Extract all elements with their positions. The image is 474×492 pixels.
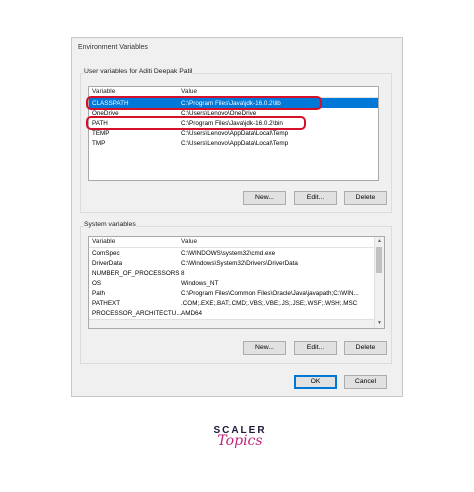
user-var-row-path[interactable]: PATH C:\Program Files\Java\jdk-16.0.2\bi… <box>89 118 378 128</box>
variable-name: CLASSPATH <box>92 99 129 107</box>
system-var-row[interactable]: PATHEXT .COM;.EXE;.BAT;.CMD;.VBS;.VBE;.J… <box>89 298 377 308</box>
variable-name: TMP <box>92 139 106 147</box>
system-delete-button[interactable]: Delete <box>344 341 387 355</box>
system-var-row[interactable]: OS Windows_NT <box>89 278 377 288</box>
ok-button[interactable]: OK <box>294 375 337 389</box>
scroll-up-icon[interactable]: ▲ <box>375 237 384 246</box>
scroll-down-icon[interactable]: ▼ <box>375 319 384 328</box>
variable-value: C:\Users\Lenovo\OneDrive <box>181 109 257 117</box>
variable-name: NUMBER_OF_PROCESSORS <box>92 269 180 277</box>
variable-value: C:\Program Files\Common Files\Oracle\Jav… <box>181 289 359 297</box>
user-var-row-tmp[interactable]: TMP C:\Users\Lenovo\AppData\Local\Temp <box>89 138 378 148</box>
system-var-row[interactable]: ComSpec C:\WINDOWS\system32\cmd.exe <box>89 248 377 258</box>
variable-value: 8 <box>181 269 185 277</box>
variable-name: TEMP <box>92 129 110 137</box>
system-variables-label: System variables <box>84 221 136 228</box>
user-variables-list[interactable]: Variable Value CLASSPATH C:\Program File… <box>88 86 379 181</box>
system-variables-header: Variable Value <box>89 237 377 248</box>
variable-name: OS <box>92 279 102 287</box>
column-value[interactable]: Value <box>181 238 197 245</box>
variable-name: Path <box>92 289 105 297</box>
user-variables-label: User variables for Aditi Deepak Patil <box>84 68 193 75</box>
system-var-row[interactable]: Path C:\Program Files\Common Files\Oracl… <box>89 288 377 298</box>
system-var-row[interactable]: PROCESSOR_ARCHITECTU... AMD64 <box>89 308 377 318</box>
system-var-row[interactable]: NUMBER_OF_PROCESSORS 8 <box>89 268 377 278</box>
system-edit-button[interactable]: Edit... <box>294 341 337 355</box>
user-var-row-onedrive[interactable]: OneDrive C:\Users\Lenovo\OneDrive <box>89 108 378 118</box>
variable-value: C:\Program Files\Java\jdk-16.0.2\bin <box>181 119 283 127</box>
variable-name: PATHEXT <box>92 299 121 307</box>
system-variables-list[interactable]: Variable Value ComSpec C:\WINDOWS\system… <box>88 236 385 329</box>
user-var-row-temp[interactable]: TEMP C:\Users\Lenovo\AppData\Local\Temp <box>89 128 378 138</box>
logo-topics-text: Topics <box>217 433 263 449</box>
column-variable[interactable]: Variable <box>92 88 115 95</box>
variable-value: AMD64 <box>181 309 202 317</box>
variable-value: C:\WINDOWS\system32\cmd.exe <box>181 249 276 257</box>
variable-value: C:\Users\Lenovo\AppData\Local\Temp <box>181 139 289 147</box>
scaler-topics-logo: SCALER Topics <box>210 425 270 449</box>
column-variable[interactable]: Variable <box>92 238 115 245</box>
user-edit-button[interactable]: Edit... <box>294 191 337 205</box>
system-new-button[interactable]: New... <box>243 341 286 355</box>
dialog-title: Environment Variables <box>78 44 148 51</box>
variable-value: C:\Windows\System32\Drivers\DriverData <box>181 259 298 267</box>
cancel-button[interactable]: Cancel <box>344 375 387 389</box>
variable-value: C:\Users\Lenovo\AppData\Local\Temp <box>181 129 289 137</box>
user-variables-header: Variable Value <box>89 87 378 98</box>
variable-name: OneDrive <box>92 109 119 117</box>
variable-name: DriverData <box>92 259 123 267</box>
user-delete-button[interactable]: Delete <box>344 191 387 205</box>
variable-value: .COM;.EXE;.BAT;.CMD;.VBS;.VBE;.JS;.JSE;.… <box>181 299 358 307</box>
variable-name: PROCESSOR_ARCHITECTU... <box>92 309 182 317</box>
environment-variables-dialog: Environment Variables User variables for… <box>71 37 403 397</box>
variable-value: Windows_NT <box>181 279 219 287</box>
user-var-row-classpath[interactable]: CLASSPATH C:\Program Files\Java\jdk-16.0… <box>89 98 378 108</box>
variable-value: C:\Program Files\Java\jdk-16.0.2\lib <box>181 99 281 107</box>
column-value[interactable]: Value <box>181 88 197 95</box>
variable-name: ComSpec <box>92 249 120 257</box>
variable-name: PATH <box>92 119 108 127</box>
user-new-button[interactable]: New... <box>243 191 286 205</box>
vertical-scrollbar[interactable]: ▲ ▼ <box>374 237 384 328</box>
horizontal-scrollbar[interactable] <box>89 319 377 328</box>
system-var-row[interactable]: DriverData C:\Windows\System32\Drivers\D… <box>89 258 377 268</box>
scroll-thumb[interactable] <box>376 247 382 273</box>
